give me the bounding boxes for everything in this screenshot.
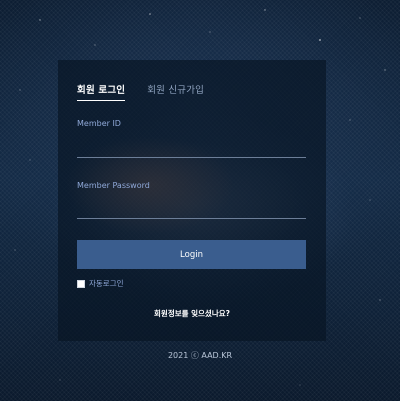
tab-bar: 회원 로그인 회원 신규가입 — [77, 82, 204, 101]
member-id-label: Member ID — [77, 119, 121, 128]
auto-login-toggle[interactable]: 자동로그인 — [77, 278, 124, 289]
member-password-field[interactable] — [77, 201, 306, 219]
login-panel: 회원 로그인 회원 신규가입 Member ID Member Password… — [58, 60, 326, 341]
auto-login-checkbox[interactable] — [77, 279, 85, 288]
tab-member-login[interactable]: 회원 로그인 — [77, 82, 126, 101]
forgot-account-link[interactable]: 회원정보를 잊으셨나요? — [58, 308, 326, 319]
tab-member-signup[interactable]: 회원 신규가입 — [147, 82, 204, 101]
member-id-field[interactable] — [77, 140, 306, 158]
login-button[interactable]: Login — [77, 240, 306, 269]
member-password-label: Member Password — [77, 181, 150, 190]
copyright-footer: 2021 ⓒ AAD.KR — [167, 351, 233, 360]
auto-login-label: 자동로그인 — [89, 279, 124, 288]
